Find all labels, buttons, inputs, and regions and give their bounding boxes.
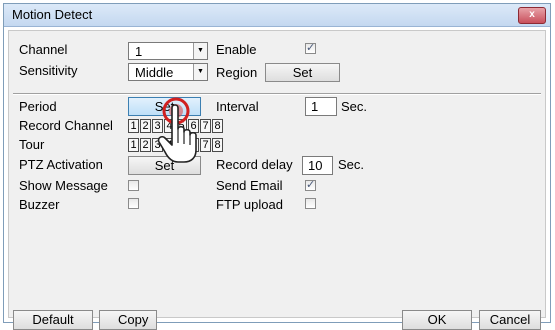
show-message-label: Show Message — [19, 178, 108, 193]
default-button[interactable]: Default — [13, 310, 93, 330]
record-channel-label: Record Channel — [19, 118, 113, 133]
buzzer-label: Buzzer — [19, 197, 60, 212]
buzzer-checkbox[interactable] — [128, 198, 139, 209]
motion-detect-dialog: Motion Detect x Channel 1 ▼ Enable Sensi… — [3, 3, 551, 330]
send-email-checkbox[interactable] — [305, 178, 316, 191]
triangle-down-icon: ▼ — [193, 43, 207, 59]
cancel-button[interactable]: Cancel — [479, 310, 541, 330]
record-channel-2[interactable]: 2 — [140, 119, 151, 133]
ftp-upload-label: FTP upload — [216, 197, 283, 212]
region-set-button[interactable]: Set — [265, 63, 340, 82]
ftp-upload-checkbox[interactable] — [305, 198, 316, 209]
tour-channel-1[interactable]: 1 — [128, 138, 139, 152]
enable-label: Enable — [216, 42, 257, 57]
title-bar[interactable]: Motion Detect x — [4, 4, 550, 27]
section-divider — [13, 93, 541, 95]
tour-label: Tour — [19, 137, 45, 152]
triangle-down-icon: ▼ — [193, 64, 207, 80]
sensitivity-label: Sensitivity — [19, 63, 78, 78]
period-label: Period — [19, 99, 57, 114]
sensitivity-value: Middle — [135, 65, 174, 80]
region-label: Region — [216, 65, 258, 80]
tour-channel-2[interactable]: 2 — [140, 138, 151, 152]
interval-label: Interval — [216, 99, 259, 114]
enable-checkbox[interactable] — [305, 41, 316, 54]
copy-button[interactable]: Copy — [99, 310, 157, 330]
show-message-checkbox[interactable] — [128, 180, 139, 191]
sensitivity-select[interactable]: Middle ▼ — [128, 63, 208, 81]
ok-button[interactable]: OK — [402, 310, 472, 330]
record-delay-input[interactable]: 10 — [302, 156, 333, 175]
send-email-label: Send Email — [216, 178, 283, 193]
record-delay-unit: Sec. — [338, 157, 365, 172]
channel-value: 1 — [135, 44, 143, 59]
channel-select[interactable]: 1 ▼ — [128, 42, 208, 60]
interval-input[interactable]: 1 — [305, 97, 337, 116]
record-delay-label: Record delay — [216, 157, 293, 172]
record-channel-1[interactable]: 1 — [128, 119, 139, 133]
interval-unit: Sec. — [341, 99, 368, 114]
settings-panel: Channel 1 ▼ Enable Sensitivity Middle ▼ … — [8, 30, 546, 330]
ptz-activation-label: PTZ Activation — [19, 157, 103, 172]
close-button[interactable]: x — [518, 7, 546, 24]
channel-label: Channel — [19, 42, 68, 57]
window-title: Motion Detect — [12, 7, 93, 22]
close-icon: x — [529, 9, 535, 20]
hand-pointer-icon — [157, 97, 197, 163]
